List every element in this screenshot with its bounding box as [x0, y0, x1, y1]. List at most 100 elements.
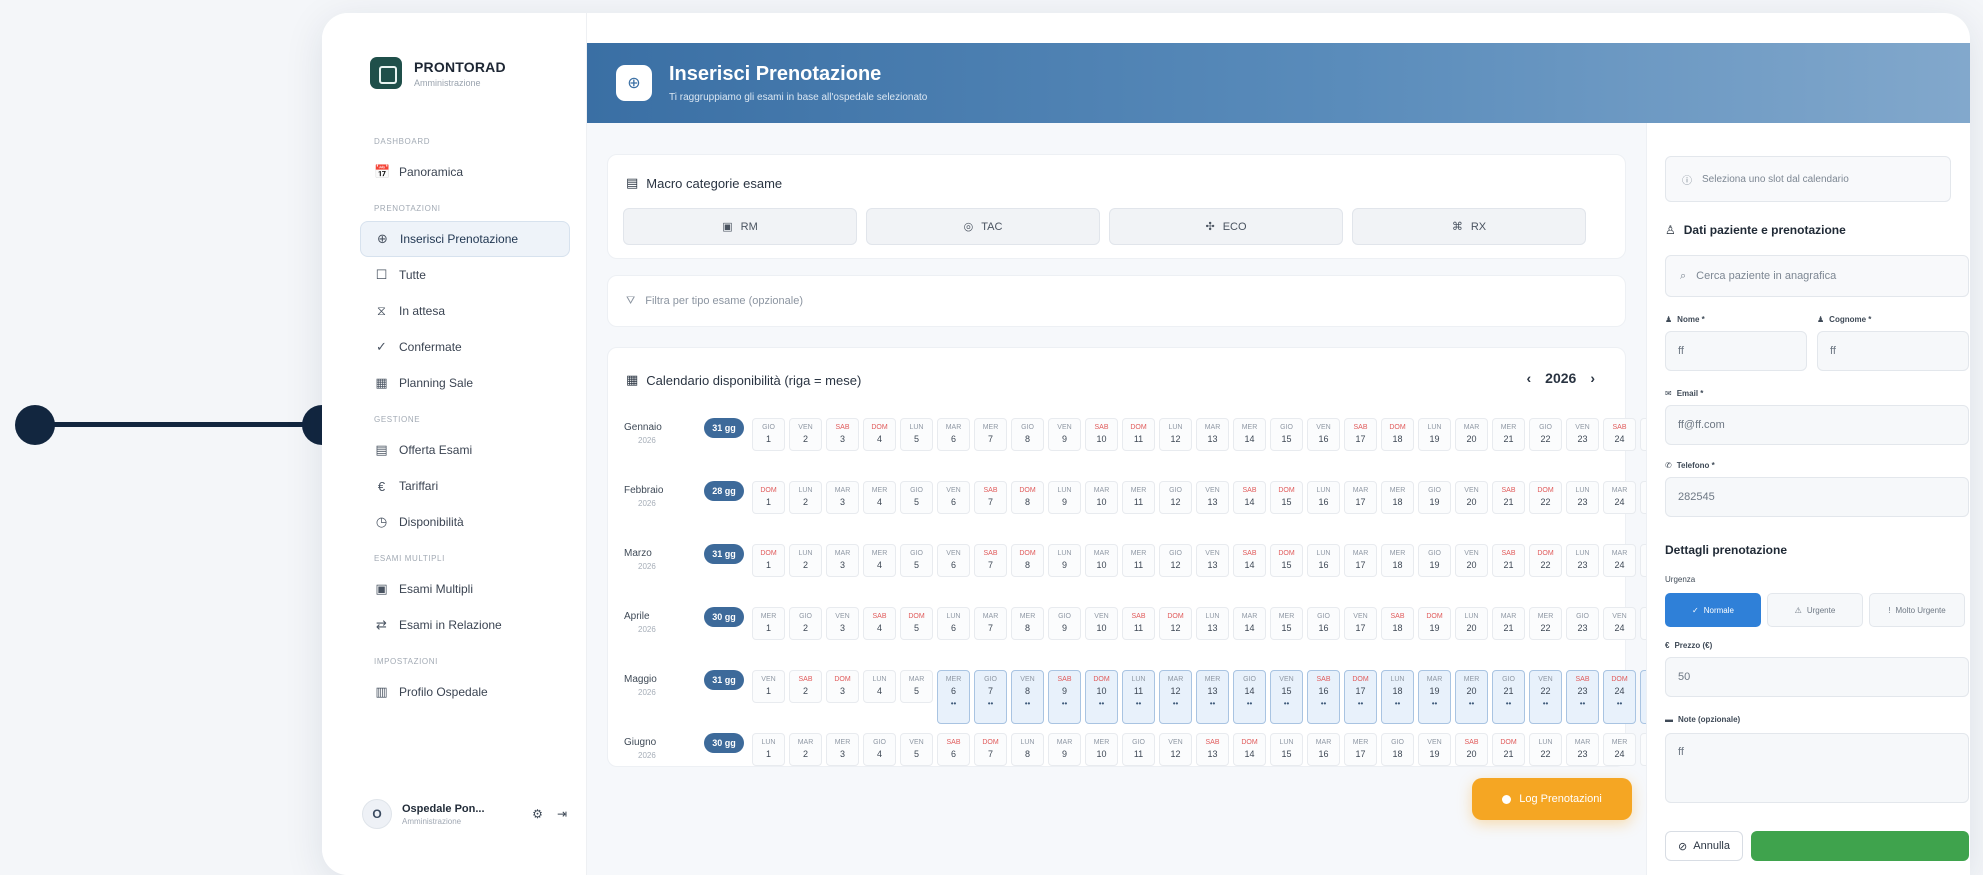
prev-year-button[interactable]: ‹: [1527, 370, 1532, 386]
calendar-day[interactable]: SAB 2: [789, 670, 822, 703]
calendar-day[interactable]: DOM 17 ••: [1344, 670, 1377, 724]
calendar-day[interactable]: GIO 12: [1159, 481, 1192, 514]
calendar-day[interactable]: SAB 6: [937, 733, 970, 766]
calendar-day[interactable]: MAR 6: [937, 418, 970, 451]
calendar-day[interactable]: GIO 5: [900, 481, 933, 514]
calendar-day[interactable]: LUN 12: [1159, 418, 1192, 451]
calendar-day[interactable]: LUN 9: [1048, 544, 1081, 577]
calendar-day[interactable]: GIO 19: [1418, 481, 1451, 514]
calendar-day[interactable]: SAB 18: [1381, 607, 1414, 640]
sidebar-item[interactable]: ⊕ Inserisci Prenotazione: [360, 221, 570, 257]
calendar-day[interactable]: LUN 13: [1196, 607, 1229, 640]
calendar-day[interactable]: VEN 15 ••: [1270, 670, 1303, 724]
sidebar-item[interactable]: ▤ Offerta Esami: [360, 432, 570, 468]
calendar-day[interactable]: VEN 23: [1566, 418, 1599, 451]
next-year-button[interactable]: ›: [1590, 370, 1595, 386]
calendar-day[interactable]: VEN 3: [826, 607, 859, 640]
calendar-day[interactable]: LUN 15: [1270, 733, 1303, 766]
sidebar-item[interactable]: ☐ Tutte: [360, 257, 570, 293]
calendar-day[interactable]: LUN 6: [937, 607, 970, 640]
sidebar-item[interactable]: ▣ Esami Multipli: [360, 571, 570, 607]
calendar-day[interactable]: GIO 19: [1418, 544, 1451, 577]
macro-category-button[interactable]: ✣ ECO: [1109, 208, 1343, 245]
patient-search-input[interactable]: ⌕ Cerca paziente in anagrafica: [1665, 255, 1969, 297]
calendar-day[interactable]: DOM 22: [1529, 481, 1562, 514]
calendar-day[interactable]: DOM 19: [1418, 607, 1451, 640]
sidebar-item[interactable]: ✓ Confermate: [360, 329, 570, 365]
calendar-day[interactable]: SAB 20: [1455, 733, 1488, 766]
calendar-day[interactable]: DOM 4: [863, 418, 896, 451]
calendar-day[interactable]: VEN 6: [937, 481, 970, 514]
calendar-day[interactable]: GIO 9: [1048, 607, 1081, 640]
calendar-day[interactable]: DOM 15: [1270, 481, 1303, 514]
cancel-button[interactable]: ⊘ Annulla: [1665, 831, 1743, 861]
calendar-day[interactable]: LUN 23: [1566, 481, 1599, 514]
calendar-day[interactable]: DOM 11: [1122, 418, 1155, 451]
calendar-day[interactable]: MAR 16: [1307, 733, 1340, 766]
calendar-day[interactable]: SAB 13: [1196, 733, 1229, 766]
calendar-day[interactable]: DOM 22: [1529, 544, 1562, 577]
calendar-day[interactable]: DOM 1: [752, 481, 785, 514]
calendar-day[interactable]: MER 7: [974, 418, 1007, 451]
calendar-day[interactable]: LUN 18 ••: [1381, 670, 1414, 724]
macro-category-button[interactable]: ◎ TAC: [866, 208, 1100, 245]
calendar-day[interactable]: GIO 1: [752, 418, 785, 451]
calendar-day[interactable]: MER 11: [1122, 481, 1155, 514]
calendar-day[interactable]: VEN 6: [937, 544, 970, 577]
log-bookings-button[interactable]: Log Prenotazioni: [1472, 778, 1632, 820]
exam-filter[interactable]: ⛛ Filtra per tipo esame (opzionale): [626, 295, 803, 308]
calendar-day[interactable]: MER 6 ••: [937, 670, 970, 724]
calendar-day[interactable]: VEN 16: [1307, 418, 1340, 451]
calendar-day[interactable]: GIO 11: [1122, 733, 1155, 766]
calendar-day[interactable]: DOM 1: [752, 544, 785, 577]
calendar-day[interactable]: DOM 10 ••: [1085, 670, 1118, 724]
calendar-day[interactable]: DOM 18: [1381, 418, 1414, 451]
calendar-day[interactable]: DOM 3: [826, 670, 859, 703]
exam-filter-card[interactable]: ⛛ Filtra per tipo esame (opzionale): [607, 275, 1626, 327]
calendar-day[interactable]: MAR 14: [1233, 607, 1266, 640]
gear-icon[interactable]: ⚙: [532, 807, 543, 821]
calendar-day[interactable]: SAB 7: [974, 481, 1007, 514]
calendar-day[interactable]: SAB 7: [974, 544, 1007, 577]
calendar-day[interactable]: MER 18: [1381, 544, 1414, 577]
calendar-day[interactable]: DOM 8: [1011, 481, 1044, 514]
calendar-day[interactable]: GIO 5: [900, 544, 933, 577]
calendar-day[interactable]: GIO 18: [1381, 733, 1414, 766]
calendar-day[interactable]: VEN 8 ••: [1011, 670, 1044, 724]
calendar-day[interactable]: MAR 2: [789, 733, 822, 766]
calendar-day[interactable]: GIO 8: [1011, 418, 1044, 451]
calendar-day[interactable]: GIO 21 ••: [1492, 670, 1525, 724]
calendar-day[interactable]: VEN 2: [789, 418, 822, 451]
calendar-day[interactable]: LUN 16: [1307, 481, 1340, 514]
email-input[interactable]: ff@ff.com: [1665, 405, 1969, 445]
calendar-day[interactable]: VEN 9: [1048, 418, 1081, 451]
prezzo-input[interactable]: 50: [1665, 657, 1969, 697]
priority-option[interactable]: ! Molto Urgente: [1869, 593, 1965, 627]
calendar-day[interactable]: SAB 11: [1122, 607, 1155, 640]
note-textarea[interactable]: ff: [1665, 733, 1969, 803]
calendar-day[interactable]: VEN 24: [1603, 607, 1636, 640]
sidebar-item[interactable]: ▦ Planning Sale: [360, 365, 570, 401]
calendar-day[interactable]: MAR 23: [1566, 733, 1599, 766]
calendar-day[interactable]: MER 20 ••: [1455, 670, 1488, 724]
calendar-day[interactable]: SAB 21: [1492, 544, 1525, 577]
calendar-day[interactable]: DOM 7: [974, 733, 1007, 766]
calendar-day[interactable]: GIO 7 ••: [974, 670, 1007, 724]
calendar-day[interactable]: MER 10: [1085, 733, 1118, 766]
logout-icon[interactable]: ⇥: [557, 807, 567, 821]
calendar-day[interactable]: MER 11: [1122, 544, 1155, 577]
calendar-day[interactable]: SAB 23 ••: [1566, 670, 1599, 724]
brand[interactable]: PRONTORAD Amministrazione: [370, 57, 506, 89]
priority-option[interactable]: ⚠ Urgente: [1767, 593, 1863, 627]
calendar-day[interactable]: MAR 3: [826, 481, 859, 514]
calendar-day[interactable]: LUN 11 ••: [1122, 670, 1155, 724]
confirm-button[interactable]: [1751, 831, 1969, 861]
nome-input[interactable]: ff: [1665, 331, 1807, 371]
calendar-day[interactable]: VEN 19: [1418, 733, 1451, 766]
calendar-day[interactable]: VEN 20: [1455, 481, 1488, 514]
calendar-day[interactable]: SAB 17: [1344, 418, 1377, 451]
calendar-day[interactable]: MAR 12 ••: [1159, 670, 1192, 724]
calendar-day[interactable]: VEN 5: [900, 733, 933, 766]
calendar-day[interactable]: MAR 5: [900, 670, 933, 703]
priority-option[interactable]: ✓ Normale: [1665, 593, 1761, 627]
